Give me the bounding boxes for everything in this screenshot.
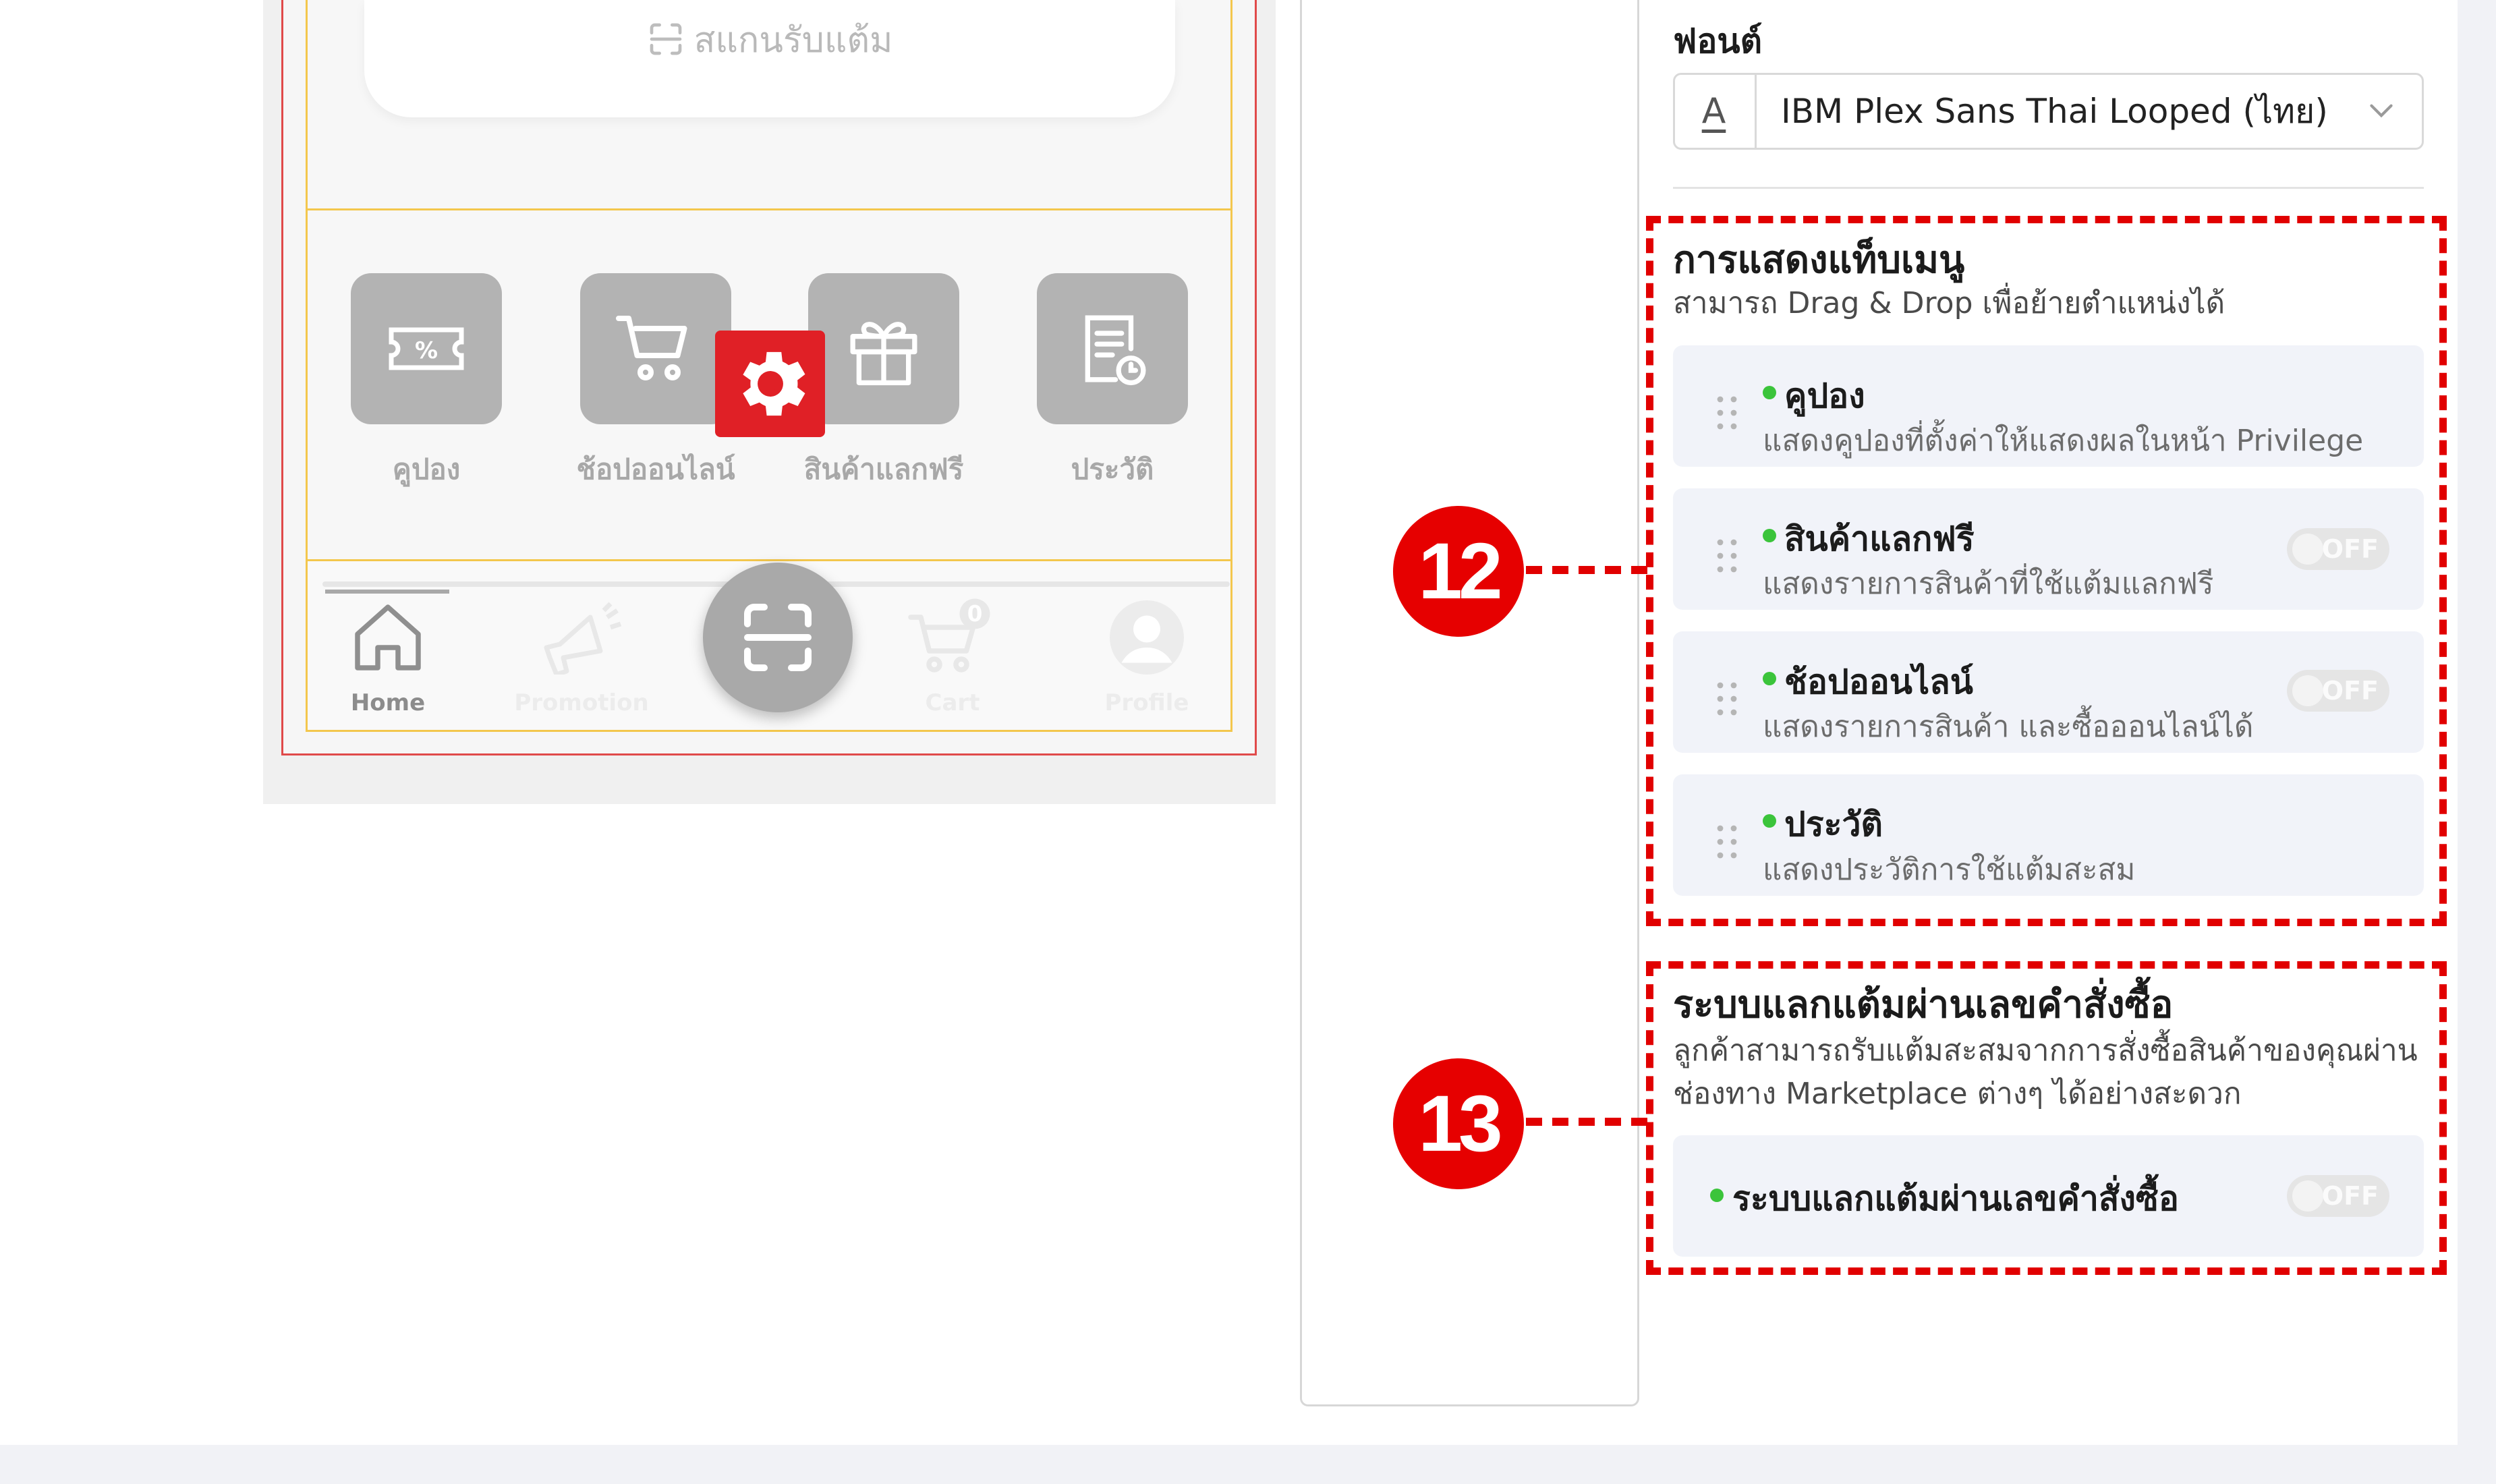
- font-select-value: IBM Plex Sans Thai Looped (ไทย): [1781, 91, 2328, 131]
- page-bottom-strip: [0, 1445, 2496, 1484]
- order-redeem-description: ช่องทาง Marketplace ต่างๆ ได้อย่างสะดวก: [1673, 1077, 2242, 1111]
- toggle-switch[interactable]: OFF: [2287, 528, 2389, 570]
- toggle-label: OFF: [2321, 534, 2379, 564]
- gear-icon: [742, 351, 805, 416]
- nav-cart[interactable]: 0: [904, 597, 998, 678]
- order-redeem-description: ลูกค้าสามารถรับแต้มสะสมจากการสั่งซื้อสิน…: [1673, 1033, 2418, 1068]
- cart-badge-count: 0: [967, 601, 983, 627]
- menu-tile-label: คูปอง: [392, 453, 461, 486]
- status-dot: [1763, 814, 1776, 828]
- tab-menu-item-title: คูปอง: [1784, 376, 1865, 416]
- order-redeem-item-title: ระบบแลกแต้มผ่านเลขคำสั่งซื้อ: [1732, 1179, 2179, 1218]
- font-type-icon: A: [1673, 73, 1757, 150]
- scan-icon: [650, 23, 681, 55]
- nav-label-cart: Cart: [925, 689, 980, 716]
- callout-connector: [1526, 1118, 1647, 1126]
- font-section-title: ฟอนต์: [1673, 22, 1763, 61]
- toggle-switch[interactable]: OFF: [2287, 1175, 2389, 1217]
- cart-icon: [616, 316, 687, 380]
- toggle-label: OFF: [2321, 1181, 2379, 1211]
- menu-tile-label: ช้อปออนไลน์: [576, 453, 735, 486]
- status-dot: [1710, 1189, 1724, 1202]
- menu-tile-label: ประวัติ: [1071, 453, 1154, 486]
- nav-home[interactable]: [341, 597, 435, 678]
- tab-menu-item-title: ประวัติ: [1784, 805, 1883, 844]
- middle-panel: [1300, 0, 1639, 1406]
- profile-icon: [1110, 600, 1184, 675]
- tab-menu-item-description: แสดงรายการสินค้า และซื้อออนไลน์ได้: [1763, 710, 2254, 744]
- gift-icon: [850, 322, 917, 386]
- tab-menu-item-description: แสดงรายการสินค้าที่ใช้แต้มแลกฟรี: [1763, 567, 2214, 601]
- nav-label-promotion: Promotion: [514, 689, 649, 716]
- chevron-down-icon[interactable]: [2364, 94, 2398, 128]
- divider: [1673, 187, 2424, 189]
- coupon-icon: %: [389, 327, 464, 370]
- menu-tile-coupon[interactable]: %: [351, 273, 502, 424]
- callout-connector: [1526, 566, 1647, 574]
- history-icon: [1085, 315, 1146, 386]
- nav-promotion[interactable]: [533, 597, 627, 678]
- nav-label-profile: Profile: [1104, 689, 1189, 716]
- tab-menu-title: การแสดงแท็บเมนู: [1673, 238, 1965, 282]
- tab-menu-item-description: แสดงประวัติการใช้แต้มสะสม: [1763, 853, 2136, 887]
- toggle-knob: [2292, 1180, 2323, 1211]
- order-redeem-title: ระบบแลกแต้มผ่านเลขคำสั่งซื้อ: [1673, 983, 2174, 1027]
- status-dot: [1763, 529, 1776, 542]
- scan-fab-button[interactable]: [703, 563, 853, 712]
- menu-tile-free-gift[interactable]: [808, 273, 959, 424]
- toggle-knob: [2292, 675, 2323, 706]
- cart-icon: 0: [908, 598, 990, 673]
- scan-card-button[interactable]: สแกนรับแต้ม: [364, 12, 1175, 66]
- menu-tile-shop-online[interactable]: [580, 273, 731, 424]
- home-icon: [355, 604, 421, 670]
- status-dot: [1763, 672, 1776, 685]
- megaphone-icon: [544, 602, 622, 675]
- nav-label-home: Home: [350, 689, 426, 716]
- svg-text:%: %: [415, 337, 438, 364]
- tab-menu-item-title: สินค้าแลกฟรี: [1784, 519, 1975, 559]
- tab-menu-description: สามารถ Drag & Drop เพื่อย้ายตำแหน่งได้: [1673, 286, 2225, 320]
- page-right-edge: [2458, 0, 2496, 1445]
- drag-handle-icon[interactable]: [1713, 536, 1740, 576]
- nav-active-indicator: [325, 590, 449, 594]
- settings-badge[interactable]: [715, 331, 825, 437]
- menu-tile-label: สินค้าแลกฟรี: [803, 453, 964, 486]
- toggle-label: OFF: [2321, 676, 2379, 706]
- callout-badge-12: 12: [1393, 506, 1524, 637]
- tab-menu-item-description: แสดงคูปองที่ตั้งค่าให้แสดงผลในหน้า Privi…: [1763, 424, 2364, 458]
- tab-menu-item-title: ช้อปออนไลน์: [1784, 662, 1973, 702]
- drag-handle-icon[interactable]: [1713, 679, 1740, 719]
- status-dot: [1763, 386, 1776, 399]
- menu-tile-history[interactable]: [1037, 273, 1188, 424]
- callout-badge-13: 13: [1393, 1058, 1524, 1189]
- drag-handle-icon[interactable]: [1713, 822, 1740, 862]
- nav-profile[interactable]: [1100, 597, 1194, 678]
- toggle-switch[interactable]: OFF: [2287, 670, 2389, 712]
- scan-card-label: สแกนรับแต้ม: [693, 20, 893, 61]
- scan-icon: [744, 604, 812, 671]
- drag-handle-icon[interactable]: [1713, 393, 1740, 433]
- toggle-knob: [2292, 534, 2323, 565]
